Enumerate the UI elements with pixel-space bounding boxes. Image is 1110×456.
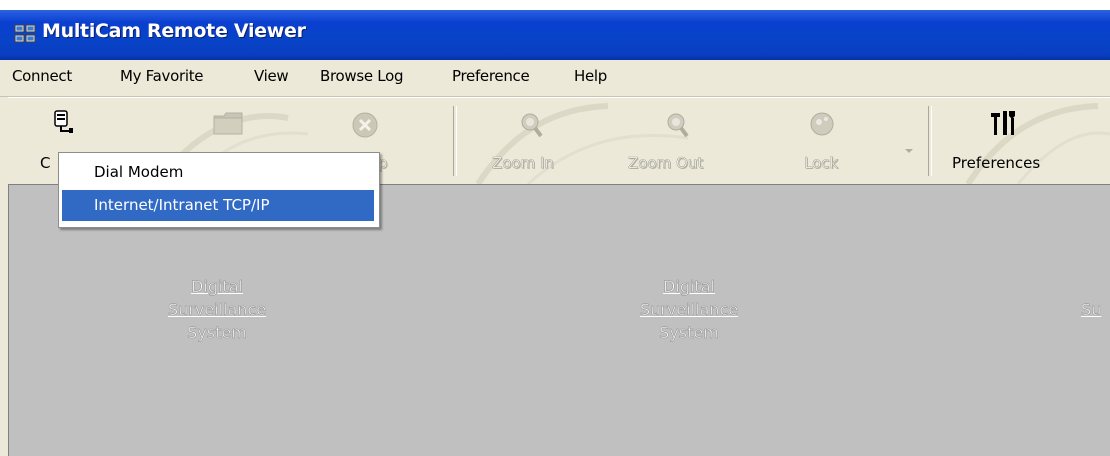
title-bar: MultiCam Remote Viewer [0,0,1110,60]
menu-connect[interactable]: Connect [12,67,72,85]
tools-icon [988,108,1018,142]
window-title: MultiCam Remote Viewer [42,20,306,42]
menu-item-tcp-ip[interactable]: Internet/Intranet TCP/IP [62,190,374,221]
lock-label: Lock [804,154,839,173]
panel-line-2: Surveillance [639,300,739,320]
menu-help[interactable]: Help [574,67,607,85]
preferences-label: Preferences [952,154,1041,172]
panel-line-1: Digital [191,277,244,297]
panel-line-1: Digital [663,277,716,297]
close-circle-icon [350,110,380,144]
menu-preference[interactable]: Preference [452,67,530,85]
folder-icon [212,110,244,140]
zoom-in-icon [520,112,544,142]
menu-view[interactable]: View [254,67,289,85]
menu-bar: Connect My Favorite View Browse Log Pref… [0,60,1110,97]
panel-line-2: Surveillance [167,300,267,320]
menu-my-favorite[interactable]: My Favorite [120,67,204,85]
menu-item-dial-modem[interactable]: Dial Modem [62,157,374,188]
zoom-in-button[interactable]: Zoom In [486,98,576,184]
video-panel-1[interactable]: Digital Surveillance System [127,275,307,344]
zoom-in-label: Zoom In [492,154,555,173]
zoom-out-icon [666,112,690,142]
toolbar-separator [453,106,457,176]
connect-label: C [40,154,51,172]
panel-line-3: System [659,323,719,343]
toolbar-separator [928,106,932,176]
video-panel-3[interactable]: Su [1081,298,1110,321]
lock-button[interactable]: Lock [788,98,878,184]
zoom-out-button[interactable]: Zoom Out [622,98,732,184]
chevron-down-icon[interactable] [904,140,914,159]
connect-computer-icon [52,110,74,138]
zoom-out-label: Zoom Out [628,154,704,173]
connect-dropdown-menu: Dial Modem Internet/Intranet TCP/IP [58,152,380,228]
preferences-button[interactable]: Preferences [938,98,1068,184]
network-computers-icon [14,24,36,44]
title-bar-top-strip [0,0,1110,10]
panel-line-3: System [187,323,247,343]
video-panel-2[interactable]: Digital Surveillance System [599,275,779,344]
menu-browse-log[interactable]: Browse Log [320,67,403,85]
lock-icon [808,110,836,142]
panel-line-2: Su [1081,300,1102,320]
